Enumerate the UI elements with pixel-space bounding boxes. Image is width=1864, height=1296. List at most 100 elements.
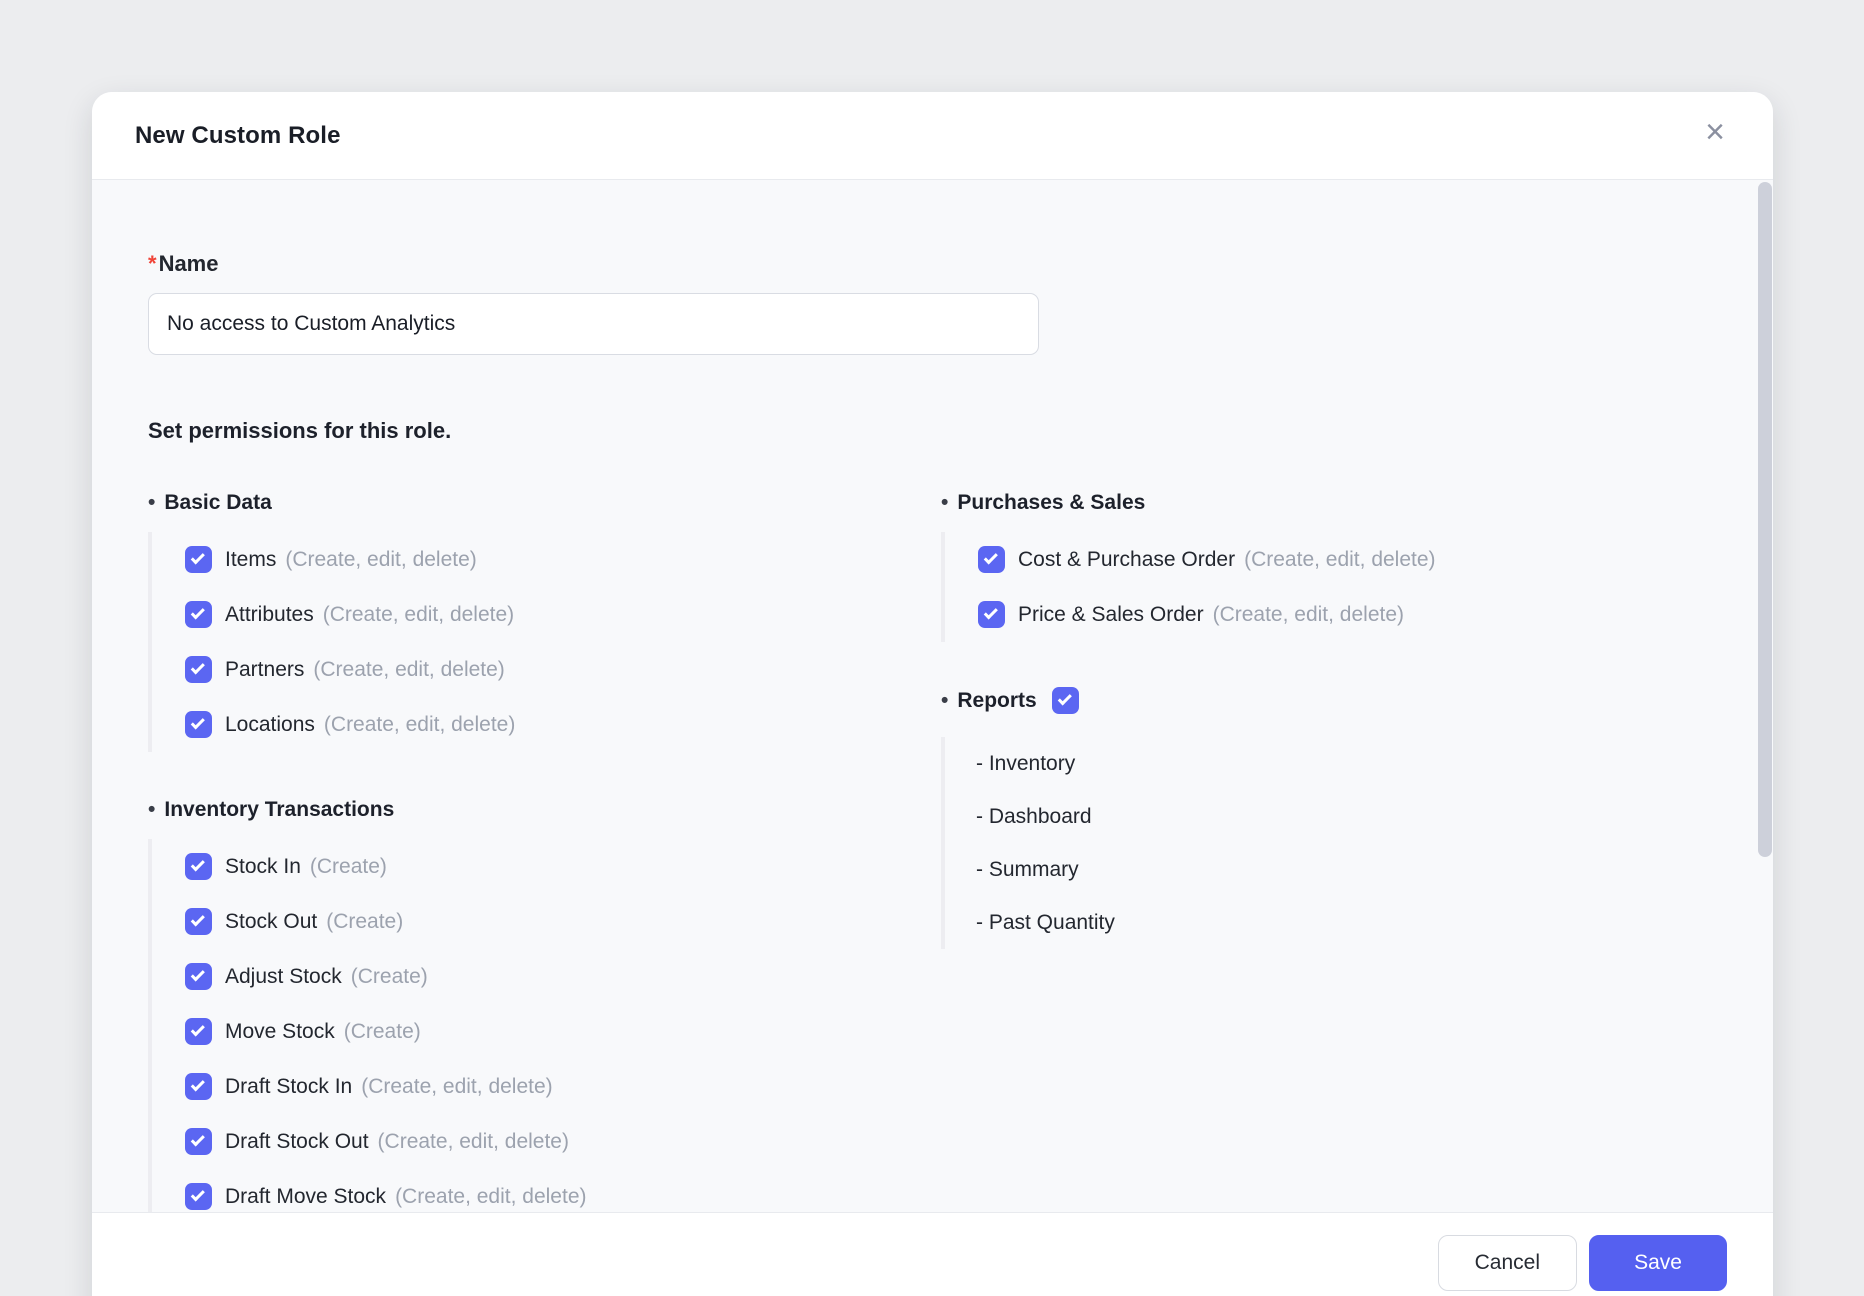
draft-stock-out-checkbox[interactable]	[185, 1128, 212, 1155]
close-button[interactable]: ×	[1691, 108, 1739, 156]
save-button[interactable]: Save	[1589, 1235, 1727, 1291]
price-sales-order-checkbox[interactable]	[978, 601, 1005, 628]
draft-stock-in-checkbox[interactable]	[185, 1073, 212, 1100]
permission-row-partners: Partners (Create, edit, delete)	[185, 642, 941, 697]
permission-row-cost-purchase-order: Cost & Purchase Order (Create, edit, del…	[978, 532, 1717, 587]
permission-scope: (Create, edit, delete)	[285, 547, 477, 571]
permissions-column-left: • Basic Data Items (Create, edit, delete…	[148, 490, 941, 1224]
dialog-footer: Cancel Save	[92, 1212, 1773, 1296]
bullet-icon: •	[148, 798, 156, 821]
permission-scope: (Create, edit, delete)	[377, 1129, 569, 1153]
permission-scope: (Create)	[350, 964, 428, 988]
permission-scope: (Create, edit, delete)	[1244, 547, 1436, 571]
permissions-columns: • Basic Data Items (Create, edit, delete…	[148, 490, 1717, 1224]
permission-label: Stock Out	[225, 909, 318, 933]
reports-list: - Inventory - Dashboard - Summary - Past…	[941, 737, 1717, 949]
section-basic-data: • Basic Data Items (Create, edit, delete…	[148, 490, 941, 752]
checkmark-icon	[190, 1187, 205, 1202]
report-item-dashboard: - Dashboard	[976, 790, 1717, 843]
permission-label: Items	[225, 547, 277, 571]
permission-row-move-stock: Move Stock (Create)	[185, 1004, 941, 1059]
dialog-body: *Name Set permissions for this role. • B…	[92, 180, 1773, 1224]
checkmark-icon	[190, 912, 205, 927]
bullet-icon: •	[148, 491, 156, 514]
checkmark-icon	[190, 605, 205, 620]
permissions-column-right: • Purchases & Sales Cost & Purchase Orde…	[941, 490, 1717, 949]
permission-label: Move Stock	[225, 1019, 335, 1043]
permission-row-locations: Locations (Create, edit, delete)	[185, 697, 941, 752]
report-item-label: - Inventory	[976, 751, 1076, 775]
section-rows: Cost & Purchase Order (Create, edit, del…	[941, 532, 1717, 642]
report-item-past-quantity: - Past Quantity	[976, 896, 1717, 949]
section-title: • Reports	[941, 687, 1717, 714]
checkmark-icon	[190, 715, 205, 730]
permission-scope: (Create)	[326, 909, 404, 933]
name-label-text: Name	[158, 251, 219, 276]
permission-row-draft-stock-out: Draft Stock Out (Create, edit, delete)	[185, 1114, 941, 1169]
scrollbar-thumb[interactable]	[1758, 182, 1772, 857]
reports-checkbox[interactable]	[1051, 687, 1079, 714]
permission-label: Adjust Stock	[225, 964, 342, 988]
checkmark-icon	[190, 1132, 205, 1147]
section-title-text: Inventory Transactions	[164, 798, 395, 821]
permissions-heading: Set permissions for this role.	[148, 418, 452, 443]
required-asterisk: *	[148, 251, 157, 276]
report-item-summary: - Summary	[976, 843, 1717, 896]
permission-label: Draft Stock Out	[225, 1129, 369, 1153]
dialog-header: New Custom Role ×	[92, 92, 1773, 180]
checkmark-icon	[190, 1077, 205, 1092]
cancel-button[interactable]: Cancel	[1437, 1235, 1577, 1291]
section-title: • Basic Data	[148, 490, 941, 516]
checkmark-icon	[983, 605, 998, 620]
cost-purchase-order-checkbox[interactable]	[978, 546, 1005, 573]
permission-scope: (Create, edit, delete)	[395, 1184, 587, 1208]
section-inventory-transactions: • Inventory Transactions Stock In (Creat…	[148, 797, 941, 1224]
section-title-text: Purchases & Sales	[957, 491, 1146, 514]
permission-label: Partners	[225, 657, 305, 681]
stock-in-checkbox[interactable]	[185, 853, 212, 880]
items-checkbox[interactable]	[185, 546, 212, 573]
draft-move-stock-checkbox[interactable]	[185, 1183, 212, 1210]
section-title: • Inventory Transactions	[148, 797, 941, 823]
section-title-text: Basic Data	[164, 491, 272, 514]
move-stock-checkbox[interactable]	[185, 1018, 212, 1045]
permission-row-attributes: Attributes (Create, edit, delete)	[185, 587, 941, 642]
bullet-icon: •	[941, 491, 949, 514]
adjust-stock-checkbox[interactable]	[185, 963, 212, 990]
permission-scope: (Create)	[309, 854, 387, 878]
stock-out-checkbox[interactable]	[185, 908, 212, 935]
permission-scope: (Create, edit, delete)	[1212, 602, 1405, 626]
permission-scope: (Create, edit, delete)	[323, 712, 516, 736]
permission-label: Price & Sales Order	[1018, 602, 1204, 626]
permission-row-price-sales-order: Price & Sales Order (Create, edit, delet…	[978, 587, 1717, 642]
permission-scope: (Create, edit, delete)	[322, 602, 515, 626]
permission-label: Draft Move Stock	[225, 1184, 387, 1208]
permission-row-adjust-stock: Adjust Stock (Create)	[185, 949, 941, 1004]
permission-row-items: Items (Create, edit, delete)	[185, 532, 941, 587]
report-item-label: - Dashboard	[976, 804, 1092, 828]
dialog-title: New Custom Role	[135, 121, 341, 149]
checkmark-icon	[190, 967, 205, 982]
section-purchases-sales: • Purchases & Sales Cost & Purchase Orde…	[941, 490, 1717, 642]
checkmark-icon	[190, 550, 205, 565]
section-rows: Items (Create, edit, delete) Attributes …	[148, 532, 941, 752]
report-item-inventory: - Inventory	[976, 737, 1717, 790]
report-item-label: - Summary	[976, 857, 1079, 881]
checkmark-icon	[190, 1022, 205, 1037]
section-title: • Purchases & Sales	[941, 490, 1717, 516]
permission-row-stock-out: Stock Out (Create)	[185, 894, 941, 949]
checkmark-icon	[190, 660, 205, 675]
permission-scope: (Create)	[343, 1019, 421, 1043]
permission-label: Locations	[225, 712, 315, 736]
permission-scope: (Create, edit, delete)	[361, 1074, 553, 1098]
close-icon: ×	[1705, 113, 1725, 151]
permission-row-draft-stock-in: Draft Stock In (Create, edit, delete)	[185, 1059, 941, 1114]
attributes-checkbox[interactable]	[185, 601, 212, 628]
section-rows: Stock In (Create) Stock Out (Create) Adj…	[148, 839, 941, 1224]
permission-label: Stock In	[225, 854, 301, 878]
new-custom-role-dialog: New Custom Role × *Name Set permissions …	[92, 92, 1773, 1296]
permission-scope: (Create, edit, delete)	[313, 657, 505, 681]
partners-checkbox[interactable]	[185, 656, 212, 683]
locations-checkbox[interactable]	[185, 711, 212, 738]
name-input[interactable]	[148, 293, 1039, 355]
